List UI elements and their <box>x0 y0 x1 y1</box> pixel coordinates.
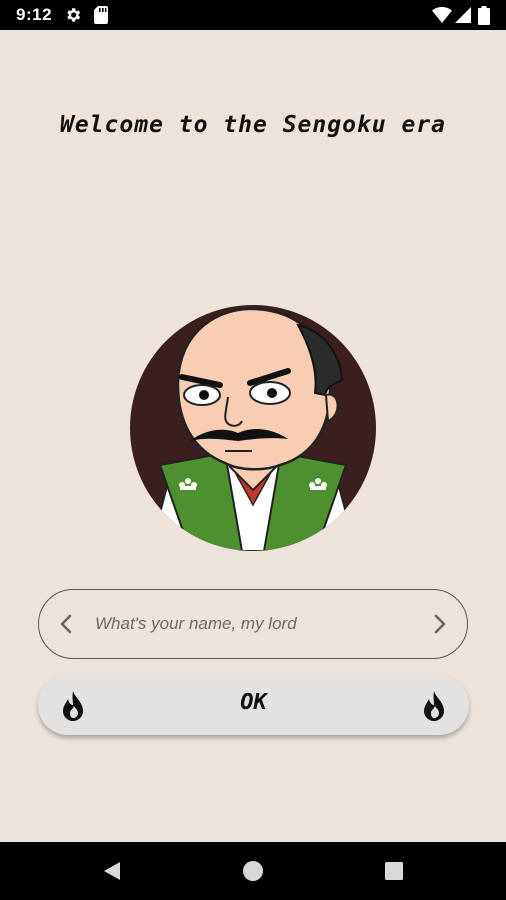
settings-gear-icon <box>67 8 81 22</box>
navigation-bar <box>0 842 506 900</box>
home-icon[interactable] <box>241 859 265 883</box>
name-input[interactable] <box>95 608 415 640</box>
status-time: 9:12 <box>16 5 53 24</box>
flame-icon <box>424 691 444 721</box>
wifi-icon <box>432 7 452 23</box>
welcome-title: Welcome to the Sengoku era <box>59 112 447 138</box>
sd-card-icon <box>94 6 108 24</box>
ok-button-label: OK <box>240 690 267 715</box>
ok-button[interactable]: OK <box>38 675 469 735</box>
status-bar: 9:12 <box>0 0 506 30</box>
chevron-right-icon[interactable] <box>427 612 451 636</box>
signal-icon <box>455 7 471 23</box>
battery-icon <box>478 6 490 25</box>
chevron-left-icon[interactable] <box>55 612 79 636</box>
recents-icon[interactable] <box>382 859 406 883</box>
back-icon[interactable] <box>100 859 124 883</box>
name-input-field[interactable] <box>38 589 468 659</box>
samurai-lord-avatar <box>130 305 376 551</box>
